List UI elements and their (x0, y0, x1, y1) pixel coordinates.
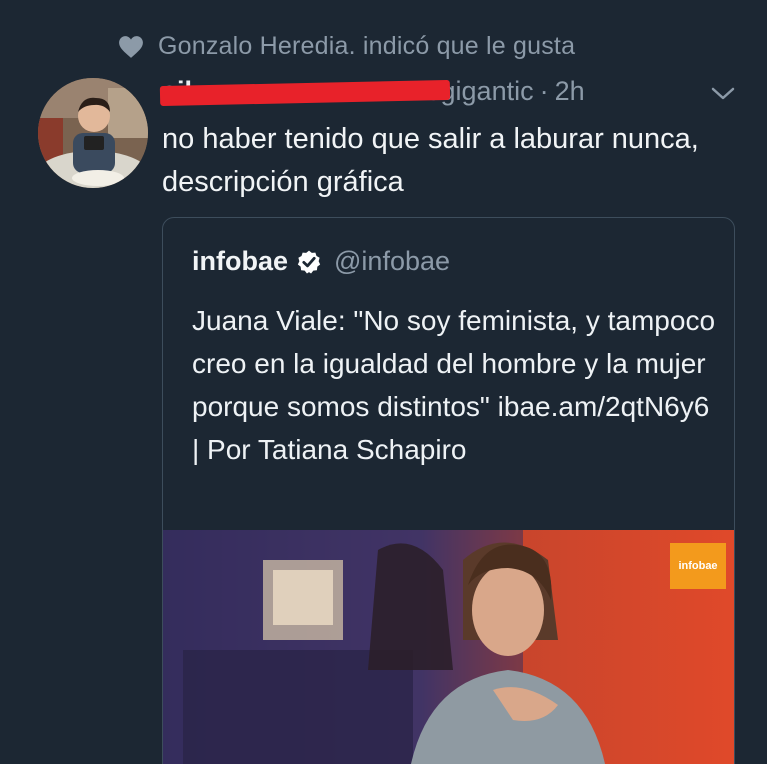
quoted-tweet-header: infobae @infobae (192, 246, 450, 277)
chevron-down-icon[interactable] (708, 84, 738, 104)
quoted-tweet-image[interactable] (163, 530, 734, 764)
tweet-text: no haber tenido que salir a laburar nunc… (162, 123, 699, 198)
quoted-author-handle[interactable]: @infobae (334, 246, 450, 277)
quoted-tweet-text: Juana Viale: "No soy feminista, y tampoc… (192, 305, 716, 465)
news-photo (163, 530, 734, 764)
quoted-author-name[interactable]: infobae (192, 246, 288, 277)
separator-dot: · (539, 76, 549, 106)
avatar-photo (38, 78, 148, 188)
infobae-logo-badge: infobae (670, 543, 726, 589)
heart-icon (119, 35, 143, 58)
infobae-logo-text: infobae (678, 560, 718, 572)
author-avatar[interactable] (38, 78, 148, 188)
tweet-timestamp[interactable]: 2h (555, 76, 585, 107)
quoted-tweet-card[interactable]: infobae @infobae Juana Viale: "No soy fe… (162, 217, 735, 764)
liked-activity-row: Gonzalo Heredia. indicó que le gusta (118, 32, 575, 61)
verified-badge-icon (297, 250, 321, 273)
liked-activity-text: Gonzalo Heredia. indicó que le gusta (158, 32, 576, 60)
